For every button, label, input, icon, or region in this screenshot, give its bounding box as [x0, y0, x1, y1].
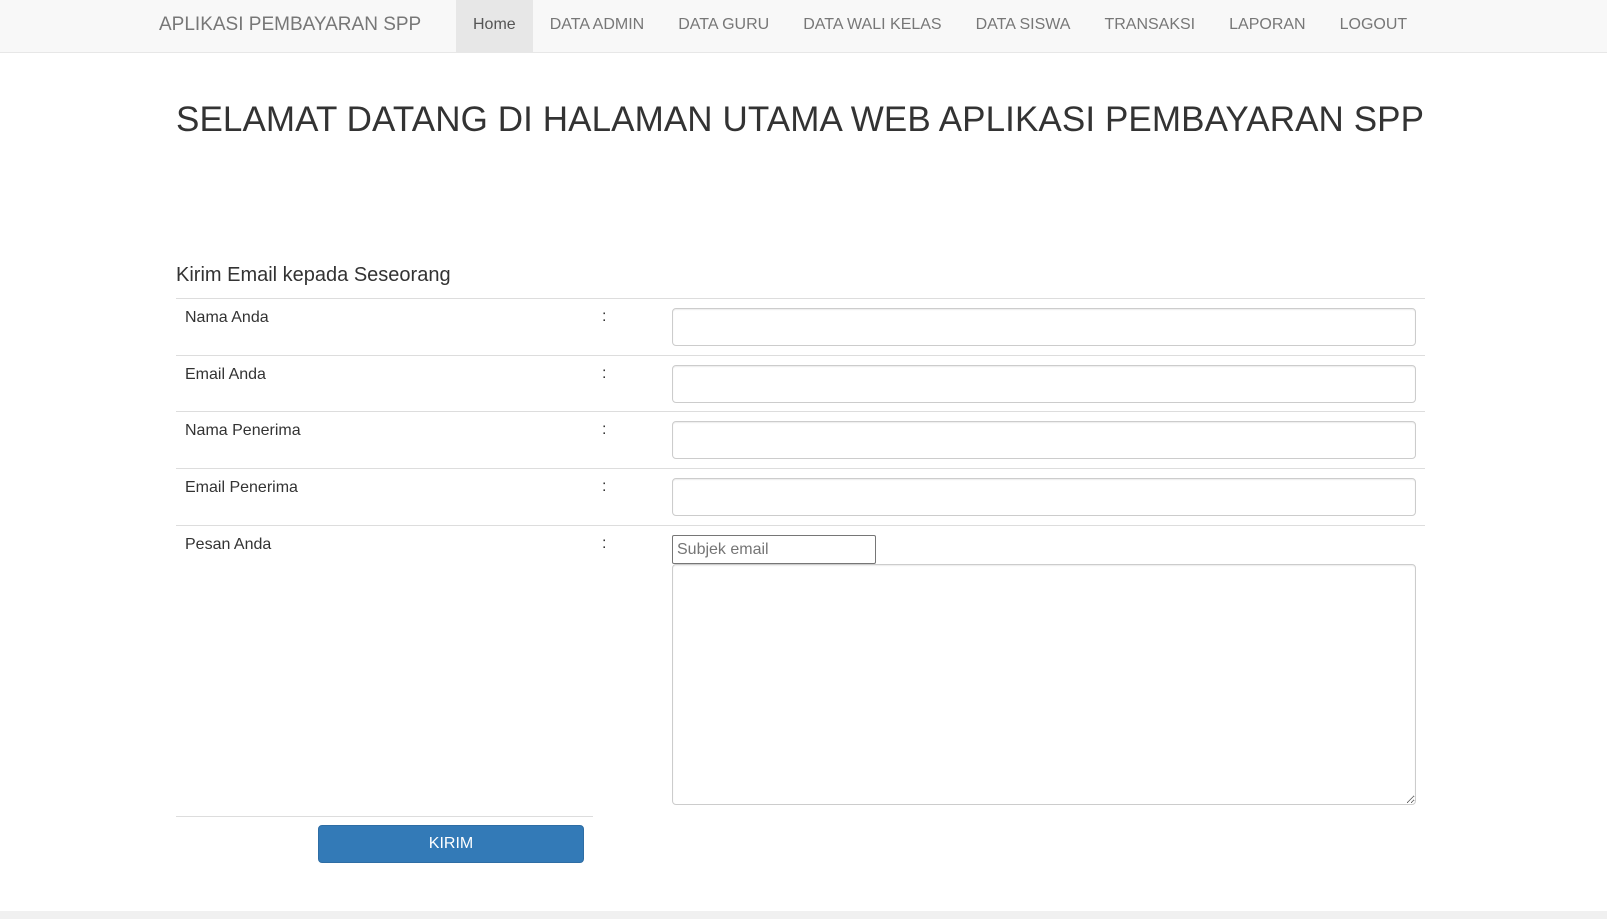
- field-separator: :: [602, 478, 607, 495]
- subject-input[interactable]: [672, 535, 876, 564]
- page-title: SELAMAT DATANG DI HALAMAN UTAMA WEB APLI…: [176, 100, 1425, 139]
- form-row-recipient-email: Email Penerima :: [176, 468, 1425, 526]
- form-row-message: Pesan Anda :: [176, 525, 1425, 816]
- form-row-recipient-name: Nama Penerima :: [176, 411, 1425, 469]
- sender-name-label: Nama Anda: [185, 309, 269, 326]
- nav-item-data-siswa[interactable]: DATA SISWA: [959, 0, 1088, 53]
- nav-item-laporan[interactable]: LAPORAN: [1212, 0, 1322, 53]
- form-row-sender-email: Email Anda :: [176, 355, 1425, 412]
- nav-item-data-wali-kelas[interactable]: DATA WALI KELAS: [786, 0, 958, 53]
- recipient-email-label: Email Penerima: [185, 479, 298, 496]
- form-divider: [176, 816, 593, 817]
- send-button[interactable]: KIRIM: [318, 825, 584, 863]
- nav-item-logout[interactable]: LOGOUT: [1323, 0, 1425, 53]
- sender-name-input[interactable]: [672, 308, 1416, 346]
- nav-menu: Home DATA ADMIN DATA GURU DATA WALI KELA…: [456, 0, 1424, 53]
- sender-email-input[interactable]: [672, 365, 1416, 403]
- navbar-brand[interactable]: APLIKASI PEMBAYARAN SPP: [159, 0, 421, 53]
- recipient-name-input[interactable]: [672, 421, 1416, 459]
- nav-item-transaksi[interactable]: TRANSAKSI: [1087, 0, 1212, 53]
- field-separator: :: [602, 365, 607, 382]
- form-row-sender-name: Nama Anda :: [176, 298, 1425, 356]
- message-label: Pesan Anda: [185, 536, 272, 553]
- nav-item-home[interactable]: Home: [456, 0, 533, 53]
- sender-email-label: Email Anda: [185, 366, 266, 383]
- field-separator: :: [602, 308, 607, 325]
- footer-bar: [0, 911, 1607, 919]
- email-form-heading: Kirim Email kepada Seseorang: [176, 264, 451, 286]
- nav-item-data-guru[interactable]: DATA GURU: [661, 0, 786, 53]
- recipient-email-input[interactable]: [672, 478, 1416, 516]
- field-separator: :: [602, 535, 607, 552]
- field-separator: :: [602, 421, 607, 438]
- message-textarea[interactable]: [672, 564, 1416, 805]
- recipient-name-label: Nama Penerima: [185, 422, 301, 439]
- nav-item-data-admin[interactable]: DATA ADMIN: [533, 0, 662, 53]
- top-navbar: APLIKASI PEMBAYARAN SPP Home DATA ADMIN …: [0, 0, 1607, 53]
